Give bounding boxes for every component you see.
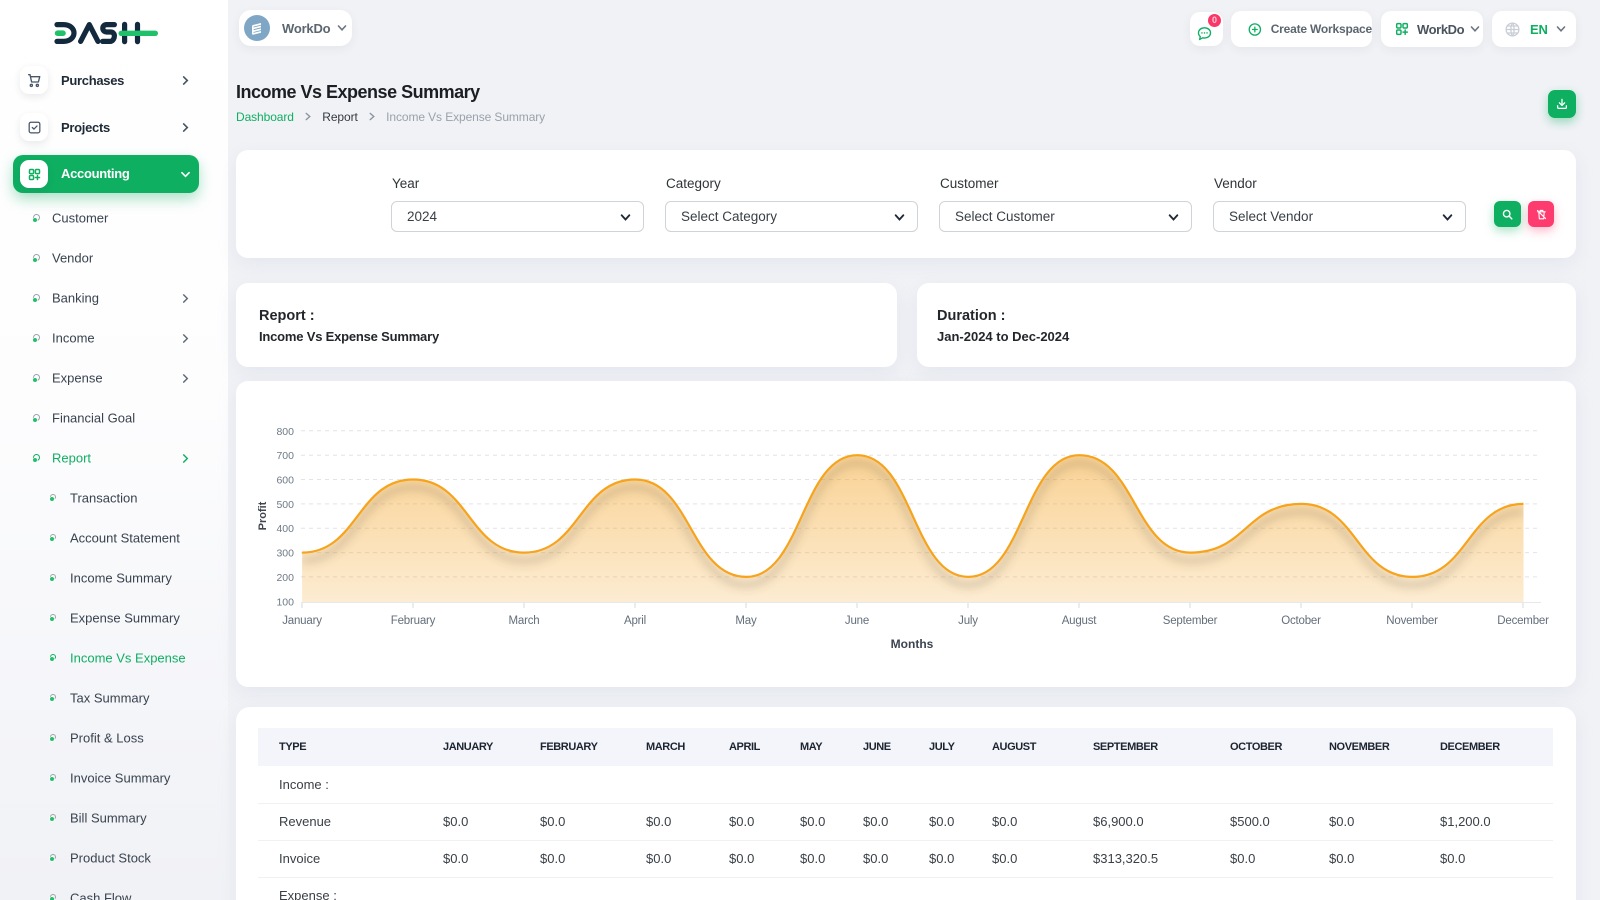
svg-text:400: 400 [276, 523, 294, 535]
svg-text:800: 800 [276, 426, 294, 438]
svg-text:February: February [391, 615, 436, 627]
svg-text:October: October [1281, 615, 1321, 627]
svg-text:September: September [1163, 615, 1218, 627]
svg-text:December: December [1497, 615, 1549, 627]
svg-text:300: 300 [276, 548, 294, 560]
svg-text:100: 100 [276, 596, 294, 608]
svg-text:November: November [1386, 615, 1438, 627]
svg-text:January: January [282, 615, 322, 627]
svg-text:August: August [1062, 615, 1098, 627]
svg-text:Profit: Profit [257, 501, 269, 530]
svg-text:April: April [624, 615, 646, 627]
svg-text:May: May [735, 615, 757, 627]
svg-text:Months: Months [891, 637, 934, 651]
svg-text:June: June [845, 615, 869, 627]
svg-text:July: July [958, 615, 978, 627]
svg-text:600: 600 [276, 475, 294, 487]
svg-text:700: 700 [276, 450, 294, 462]
svg-text:500: 500 [276, 499, 294, 511]
svg-text:200: 200 [276, 572, 294, 584]
svg-text:March: March [509, 615, 540, 627]
